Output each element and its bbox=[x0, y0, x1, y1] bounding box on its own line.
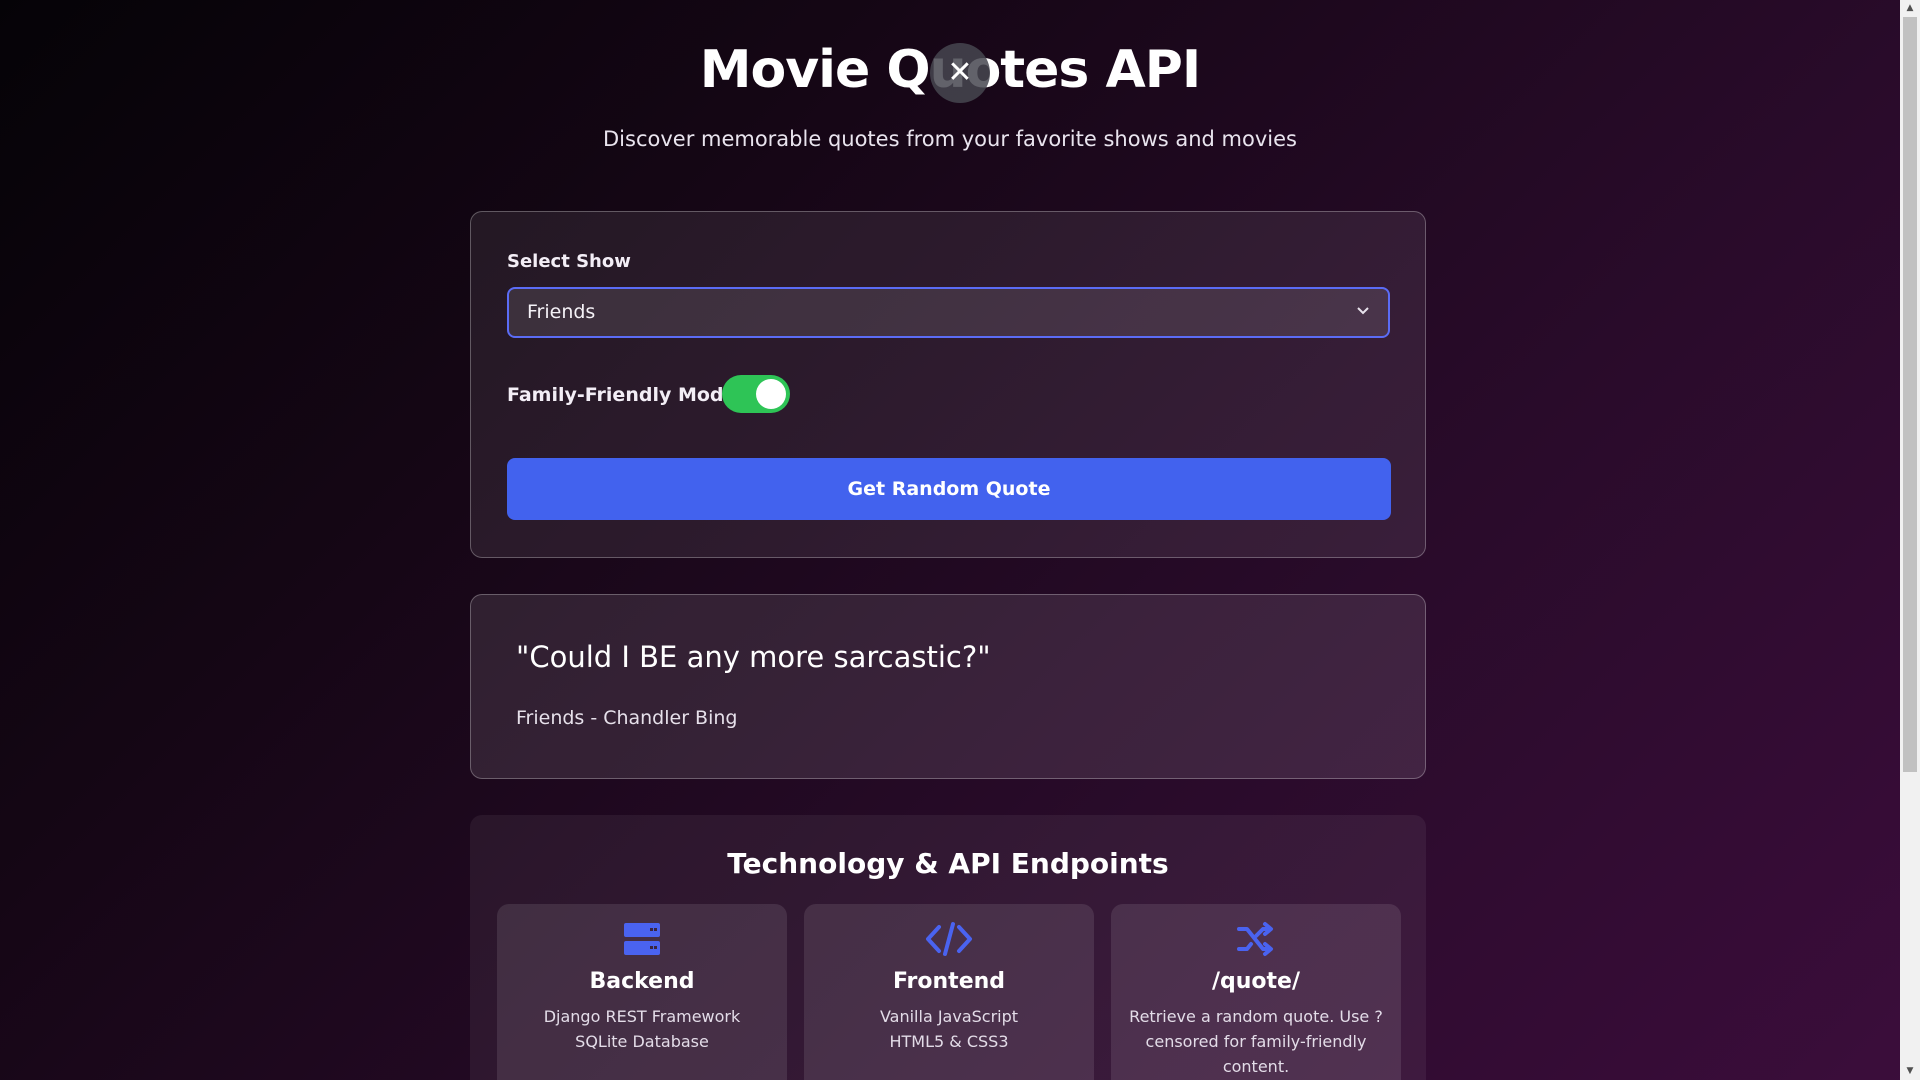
tech-card-frontend: Frontend Vanilla JavaScript HTML5 & CSS3 bbox=[804, 904, 1094, 1080]
tech-card-backend: Backend Django REST Framework SQLite Dat… bbox=[497, 904, 787, 1080]
toggle-knob bbox=[756, 379, 786, 409]
quote-text: "Could I BE any more sarcastic?" bbox=[516, 640, 991, 674]
tech-card-title: Frontend bbox=[892, 969, 1006, 994]
tech-card-line: Django REST Framework bbox=[543, 1007, 741, 1026]
tech-card-line: Retrieve a random quote. Use ? bbox=[1129, 1007, 1383, 1026]
quote-card: "Could I BE any more sarcastic?" Friends… bbox=[470, 594, 1426, 779]
show-select[interactable]: Friends bbox=[507, 287, 1390, 338]
vertical-scrollbar[interactable]: ▲ ▼ bbox=[1900, 0, 1920, 1080]
scroll-down-arrow-icon[interactable]: ▼ bbox=[1900, 1063, 1920, 1080]
tech-card-line: HTML5 & CSS3 bbox=[889, 1032, 1009, 1051]
quote-character: Chandler Bing bbox=[603, 707, 738, 729]
page: Movie Quotes API ✕ Discover memorable qu… bbox=[0, 0, 1900, 1080]
tech-card-quote-endpoint: /quote/ Retrieve a random quote. Use ? c… bbox=[1111, 904, 1401, 1080]
tech-section: Technology & API Endpoints Backend Djang… bbox=[470, 815, 1426, 1080]
tech-section-title: Technology & API Endpoints bbox=[727, 847, 1169, 880]
chevron-down-icon bbox=[1356, 289, 1370, 336]
tech-card-line: censored for family-friendly bbox=[1145, 1032, 1367, 1051]
tech-card-title: /quote/ bbox=[1211, 969, 1301, 994]
quote-source: Friends - Chandler Bing bbox=[516, 707, 737, 729]
close-button[interactable]: ✕ bbox=[930, 43, 990, 103]
controls-card: Select Show Friends Family-Friendly Mode… bbox=[470, 211, 1426, 558]
close-icon: ✕ bbox=[947, 55, 973, 90]
tech-card-desc: Django REST Framework SQLite Database bbox=[513, 1004, 771, 1054]
tech-card-desc: Retrieve a random quote. Use ? censored … bbox=[1127, 1004, 1385, 1079]
shuffle-icon bbox=[1111, 921, 1401, 957]
code-icon bbox=[804, 921, 1094, 957]
server-icon bbox=[497, 921, 787, 957]
family-friendly-toggle[interactable] bbox=[722, 375, 790, 413]
tech-card-desc: Vanilla JavaScript HTML5 & CSS3 bbox=[820, 1004, 1078, 1054]
quote-show: Friends bbox=[516, 707, 585, 729]
select-show-label: Select Show bbox=[507, 251, 631, 272]
tech-card-title: Backend bbox=[589, 969, 695, 994]
get-random-quote-button[interactable]: Get Random Quote bbox=[507, 458, 1391, 520]
scroll-up-arrow-icon[interactable]: ▲ bbox=[1900, 0, 1920, 17]
show-select-value: Friends bbox=[527, 301, 596, 323]
page-subtitle: Discover memorable quotes from your favo… bbox=[603, 127, 1297, 151]
quote-separator: - bbox=[590, 707, 598, 729]
tech-card-line: content. bbox=[1222, 1057, 1290, 1076]
family-friendly-label: Family-Friendly Mode bbox=[507, 384, 737, 406]
scrollbar-thumb[interactable] bbox=[1903, 17, 1917, 772]
tech-card-line: Vanilla JavaScript bbox=[879, 1007, 1019, 1026]
tech-card-line: SQLite Database bbox=[575, 1032, 709, 1051]
